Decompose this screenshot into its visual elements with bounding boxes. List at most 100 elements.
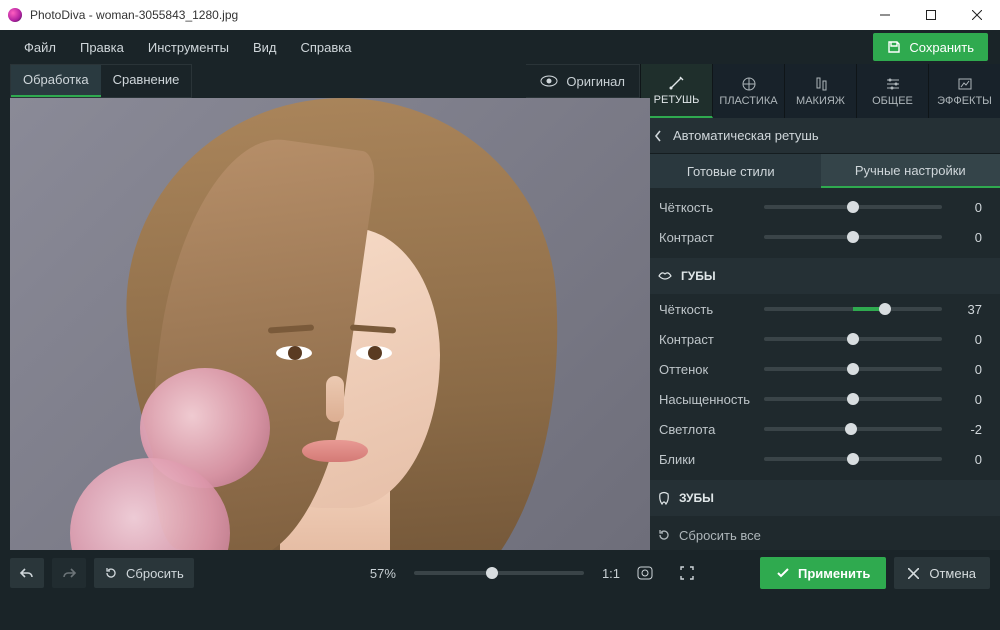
slider-track[interactable] bbox=[764, 205, 942, 209]
window-titlebar: PhotoDiva - woman-3055843_1280.jpg bbox=[0, 0, 1000, 30]
close-icon bbox=[908, 568, 919, 579]
reset-button[interactable]: Сбросить bbox=[94, 558, 194, 588]
slider-track[interactable] bbox=[764, 337, 942, 341]
fullscreen-button[interactable] bbox=[670, 558, 704, 588]
slider-value: 0 bbox=[956, 392, 982, 407]
content-area: РЕТУШЬ ПЛАСТИКА МАКИЯЖ ОБЩЕЕ ЭФФЕКТЫ Авт… bbox=[0, 64, 1000, 550]
slider-value: -2 bbox=[956, 422, 982, 437]
slider-row: Насыщенность 0 bbox=[641, 384, 1000, 414]
menu-view[interactable]: Вид bbox=[241, 34, 289, 61]
menu-edit[interactable]: Правка bbox=[68, 34, 136, 61]
slider-label: Блики bbox=[659, 452, 764, 467]
slider-value: 0 bbox=[956, 332, 982, 347]
subtabs: Готовые стили Ручные настройки bbox=[641, 154, 1000, 188]
makeup-icon bbox=[812, 76, 830, 92]
slider-label: Контраст bbox=[659, 332, 764, 347]
effects-icon bbox=[956, 76, 974, 92]
undo-button[interactable] bbox=[10, 558, 44, 588]
app-logo-icon bbox=[8, 8, 22, 22]
slider-thumb[interactable] bbox=[847, 393, 859, 405]
slider-track[interactable] bbox=[764, 235, 942, 239]
image-canvas[interactable] bbox=[10, 98, 650, 550]
apply-button[interactable]: Применить bbox=[760, 557, 886, 589]
slider-value: 0 bbox=[956, 362, 982, 377]
bottom-bar: Сбросить 57% 1:1 Применить Отмена bbox=[0, 550, 1000, 596]
reset-icon bbox=[104, 566, 118, 580]
reset-all-button[interactable]: Сбросить все bbox=[641, 520, 1000, 550]
tooth-icon bbox=[657, 491, 671, 505]
slider-label: Насыщенность bbox=[659, 392, 764, 407]
lips-icon bbox=[657, 270, 673, 282]
slider-track[interactable] bbox=[764, 397, 942, 401]
window-controls bbox=[862, 0, 1000, 30]
slider-thumb[interactable] bbox=[847, 453, 859, 465]
slider-label: Контраст bbox=[659, 230, 764, 245]
slider-value: 37 bbox=[956, 302, 982, 317]
fullscreen-icon bbox=[680, 566, 694, 580]
slider-row: Чёткость0 bbox=[641, 192, 1000, 222]
zoom-ratio-button[interactable]: 1:1 bbox=[602, 566, 620, 581]
slider-row: Контраст 0 bbox=[641, 222, 1000, 252]
slider-value: 0 bbox=[956, 230, 982, 245]
right-panel: РЕТУШЬ ПЛАСТИКА МАКИЯЖ ОБЩЕЕ ЭФФЕКТЫ Авт… bbox=[640, 64, 1000, 550]
close-button[interactable] bbox=[954, 0, 1000, 30]
zoom-slider[interactable] bbox=[414, 571, 584, 575]
save-icon bbox=[887, 40, 901, 54]
back-button[interactable] bbox=[653, 129, 663, 143]
slider-value: 0 bbox=[956, 452, 982, 467]
tab-plastic[interactable]: ПЛАСТИКА bbox=[713, 64, 785, 118]
slider-track[interactable] bbox=[764, 307, 942, 311]
minimize-button[interactable] bbox=[862, 0, 908, 30]
retouch-icon bbox=[668, 75, 686, 91]
slider-row: Светлота -2 bbox=[641, 414, 1000, 444]
tab-retouch[interactable]: РЕТУШЬ bbox=[641, 64, 713, 118]
cancel-button[interactable]: Отмена bbox=[894, 557, 990, 589]
sliders-icon bbox=[884, 76, 902, 92]
tab-effects[interactable]: ЭФФЕКТЫ bbox=[929, 64, 1000, 118]
slider-track[interactable] bbox=[764, 367, 942, 371]
section-teeth: ЗУБЫ bbox=[641, 480, 1000, 516]
slider-thumb[interactable] bbox=[879, 303, 891, 315]
check-icon bbox=[776, 567, 790, 579]
slider-label: Светлота bbox=[659, 422, 764, 437]
slider-label: Оттенок bbox=[659, 362, 764, 377]
menu-tools[interactable]: Инструменты bbox=[136, 34, 241, 61]
reset-icon bbox=[657, 528, 671, 542]
menu-file[interactable]: Файл bbox=[12, 34, 68, 61]
breadcrumb: Автоматическая ретушь bbox=[641, 118, 1000, 154]
slider-value: 0 bbox=[956, 200, 982, 215]
undo-icon bbox=[19, 567, 35, 579]
sliders-scroll[interactable]: Чёткость0 Контраст 0 ГУБЫ Чёткость 37 Контраст… bbox=[641, 188, 1000, 520]
maximize-button[interactable] bbox=[908, 0, 954, 30]
fit-window-button[interactable] bbox=[628, 558, 662, 588]
slider-label: Чёткость bbox=[659, 302, 764, 317]
photo-preview bbox=[10, 98, 650, 550]
plastic-icon bbox=[740, 76, 758, 92]
menu-help[interactable]: Справка bbox=[288, 34, 363, 61]
slider-thumb[interactable] bbox=[847, 231, 859, 243]
save-button[interactable]: Сохранить bbox=[873, 33, 988, 61]
redo-button[interactable] bbox=[52, 558, 86, 588]
window-title: PhotoDiva - woman-3055843_1280.jpg bbox=[30, 8, 238, 22]
tool-tabs: РЕТУШЬ ПЛАСТИКА МАКИЯЖ ОБЩЕЕ ЭФФЕКТЫ bbox=[641, 64, 1000, 118]
slider-thumb[interactable] bbox=[847, 363, 859, 375]
slider-row: Чёткость 37 bbox=[641, 294, 1000, 324]
breadcrumb-label: Автоматическая ретушь bbox=[673, 128, 819, 143]
subtab-manual[interactable]: Ручные настройки bbox=[821, 154, 1000, 188]
slider-thumb[interactable] bbox=[845, 423, 857, 435]
fit-icon bbox=[637, 566, 653, 580]
tab-makeup[interactable]: МАКИЯЖ bbox=[785, 64, 857, 118]
slider-track[interactable] bbox=[764, 457, 942, 461]
slider-thumb[interactable] bbox=[847, 201, 859, 213]
slider-row: Оттенок 0 bbox=[641, 354, 1000, 384]
subtab-ready-styles[interactable]: Готовые стили bbox=[641, 154, 821, 188]
slider-track[interactable] bbox=[764, 427, 942, 431]
slider-row: Блики 0 bbox=[641, 444, 1000, 474]
slider-thumb[interactable] bbox=[847, 333, 859, 345]
redo-icon bbox=[61, 567, 77, 579]
tab-general[interactable]: ОБЩЕЕ bbox=[857, 64, 929, 118]
section-lips: ГУБЫ bbox=[641, 258, 1000, 294]
slider-row: Контраст 0 bbox=[641, 324, 1000, 354]
menubar: Файл Правка Инструменты Вид Справка Сохр… bbox=[0, 30, 1000, 64]
zoom-percent: 57% bbox=[370, 566, 396, 581]
